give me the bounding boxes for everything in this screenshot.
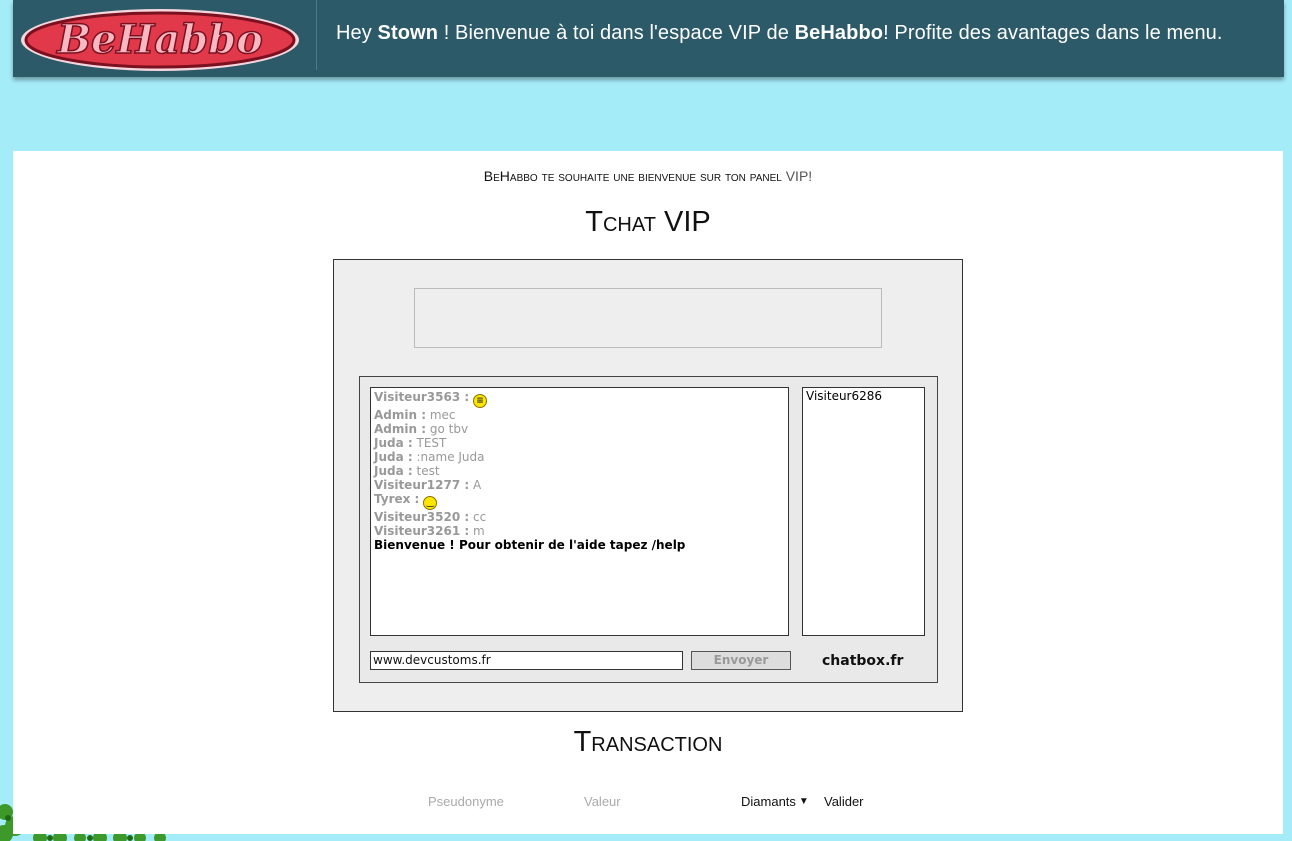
chat-message-text: TEST <box>416 436 447 450</box>
chat-message-author[interactable]: Tyrex : <box>374 492 419 506</box>
intro-text: BeHabbo te souhaite une bienvenue sur to… <box>483 168 813 184</box>
chat-user-list[interactable]: Visiteur6286 <box>802 387 925 636</box>
chat-message-text: mec <box>429 408 456 422</box>
grin-smiley-icon: ≡ <box>472 394 487 408</box>
chat-message-author[interactable]: Admin : <box>374 422 426 436</box>
chat-message: Juda : TEST <box>374 436 785 450</box>
smile-smiley-icon: ‿ <box>423 496 438 510</box>
send-button[interactable]: Envoyer <box>691 651 791 670</box>
site-name: BeHabbo <box>794 22 884 44</box>
chat-message: Visiteur1277 : A <box>374 478 785 492</box>
chatbox: Visiteur3563 : ≡ Admin : mec Admin : go tb… <box>359 376 938 683</box>
value-input[interactable]: Valeur <box>584 794 621 809</box>
chat-message: Visiteur3520 : cc <box>374 510 785 524</box>
chat-message-author[interactable]: Visiteur3563 : <box>374 390 469 404</box>
chat-message-text: test <box>416 464 440 478</box>
user-list-item[interactable]: Visiteur6286 <box>806 389 921 403</box>
chat-message: Visiteur3261 : m <box>374 524 785 538</box>
chat-message-text: cc <box>472 510 487 524</box>
pseudonym-input[interactable]: Pseudonyme <box>428 794 504 809</box>
chat-messages[interactable]: Visiteur3563 : ≡ Admin : mec Admin : go tb… <box>370 387 789 636</box>
chat-message-author[interactable]: Visiteur3261 : <box>374 524 469 538</box>
username: Stown <box>377 22 439 44</box>
chat-message-input[interactable]: www.devcustoms.fr <box>370 651 683 670</box>
chat-message: Juda : test <box>374 464 785 478</box>
chat-message: Juda : :name Juda <box>374 450 785 464</box>
chat-banner <box>414 288 882 348</box>
vip-panel: BeHabbo te souhaite une bienvenue sur to… <box>13 151 1283 834</box>
chat-message-text: go tbv <box>429 422 469 436</box>
chat-message-author[interactable]: Visiteur1277 : <box>374 478 469 492</box>
chatbox-brand[interactable]: chatbox.fr <box>822 653 903 669</box>
chat-message-author[interactable]: Admin : <box>374 408 426 422</box>
currency-select[interactable]: Diamants ▼ <box>741 794 809 809</box>
chat-message-author[interactable]: Visiteur3520 : <box>374 510 469 524</box>
svg-text:BeHabbo: BeHabbo <box>56 16 263 63</box>
chat-widget: Visiteur3563 : ≡ Admin : mec Admin : go tb… <box>333 259 963 712</box>
dropdown-caret-icon: ▼ <box>798 796 809 807</box>
chat-message: Visiteur3563 : ≡ <box>374 390 785 408</box>
chat-message: Tyrex : ‿ <box>374 492 785 510</box>
transaction-title: Transaction <box>573 726 723 758</box>
chat-message: Admin : mec <box>374 408 785 422</box>
chat-message-text: m <box>472 524 485 538</box>
chat-title: Tchat VIP <box>585 206 711 238</box>
chat-message-author[interactable]: Juda : <box>374 450 413 464</box>
behabbo-logo[interactable]: BeHabbo <box>19 3 301 73</box>
chat-message: Admin : go tbv <box>374 422 785 436</box>
submit-button[interactable]: Valider <box>824 794 864 809</box>
chat-message-author[interactable]: Juda : <box>374 436 413 450</box>
chat-message-text: :name Juda <box>416 450 485 464</box>
currency-selected: Diamants <box>741 794 796 809</box>
header-divider <box>316 0 317 70</box>
chat-message-text: A <box>472 478 482 492</box>
welcome-message: Hey Stown ! Bienvenue à toi dans l'espac… <box>336 22 1223 44</box>
top-header: BeHabbo Hey Stown ! Bienvenue à toi dans… <box>13 0 1284 77</box>
chat-message-author[interactable]: Juda : <box>374 464 413 478</box>
system-message: Bienvenue ! Pour obtenir de l'aide tapez… <box>374 538 686 552</box>
